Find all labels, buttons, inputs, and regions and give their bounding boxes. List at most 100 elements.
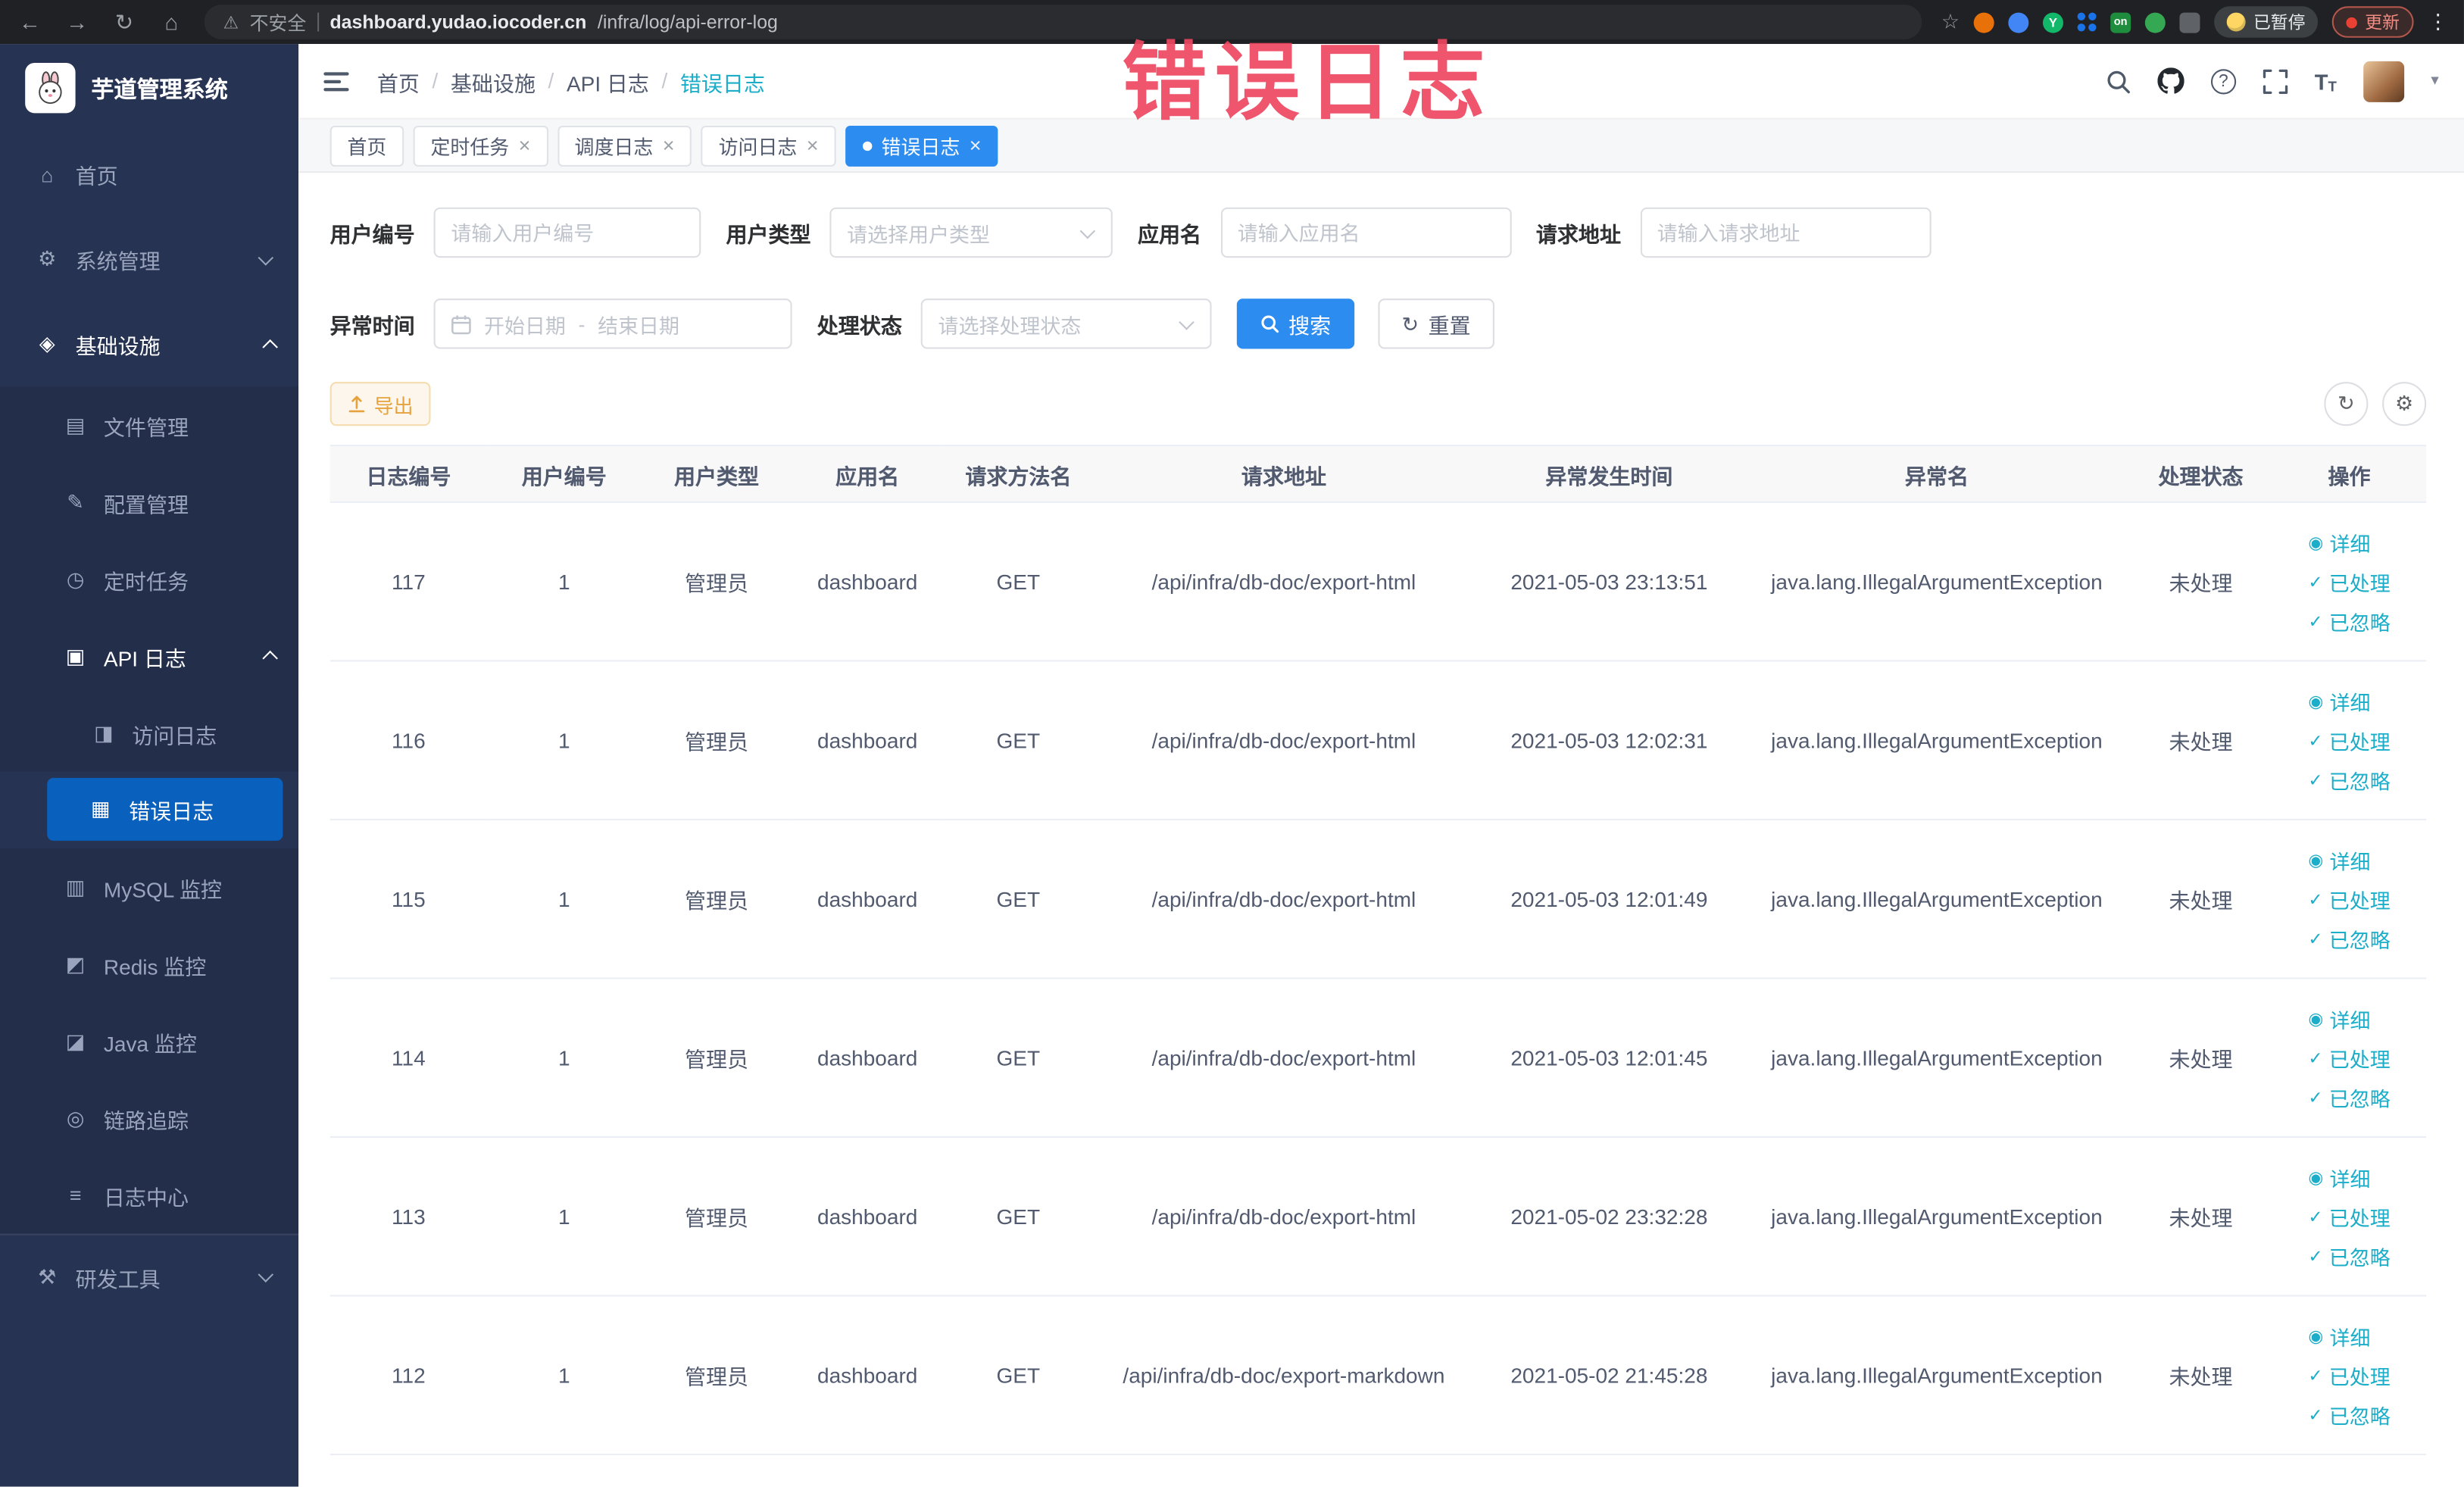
user-avatar[interactable]: [2363, 60, 2405, 102]
address-bar[interactable]: ⚠ 不安全 dashboard.yudao.iocoder.cn /infra/…: [204, 5, 1922, 39]
cell-log_id: 114: [329, 978, 488, 1139]
sidebar-item-MySQL 监控[interactable]: ▥ MySQL 监控: [0, 848, 299, 926]
sidebar-item-文件管理[interactable]: ▤ 文件管理: [0, 386, 299, 464]
sidebar-item-链路追踪[interactable]: ◎ 链路追踪: [0, 1079, 299, 1157]
cell-url: /api/infra/db-doc/export-html: [1093, 1136, 1474, 1297]
fullscreen-icon[interactable]: [2263, 68, 2288, 94]
breadcrumb-item[interactable]: API 日志: [567, 65, 649, 96]
chevron-down-icon: [258, 1267, 274, 1282]
processed-link[interactable]: ✓ 已处理: [2308, 720, 2390, 760]
breadcrumb-item[interactable]: 基础设施: [451, 65, 536, 96]
extensions-puzzle-icon[interactable]: [2179, 11, 2200, 33]
processed-link[interactable]: ✓ 已处理: [2308, 562, 2390, 601]
cell-exception: java.lang.IllegalArgumentException: [1744, 1295, 2130, 1456]
browser-home-icon[interactable]: ⌂: [157, 9, 185, 34]
sidebar-item-Redis 监控[interactable]: ◩ Redis 监控: [0, 925, 299, 1003]
processed-link[interactable]: ✓ 已处理: [2308, 1355, 2390, 1395]
detail-link[interactable]: ◉ 详细: [2308, 681, 2390, 720]
detail-link[interactable]: ◉ 详细: [2308, 523, 2390, 562]
sidebar-item-首页[interactable]: ⌂ 首页: [0, 132, 298, 217]
sidebar-item-基础设施[interactable]: ◈ 基础设施: [0, 301, 298, 386]
browser-reload-icon[interactable]: ↻: [110, 8, 138, 35]
processed-link[interactable]: ✓ 已处理: [2308, 879, 2390, 919]
ignored-link[interactable]: ✓ 已忽略: [2308, 760, 2390, 799]
error-log-icon: ▦: [91, 796, 111, 820]
breadcrumb-item[interactable]: 首页: [377, 65, 420, 96]
eye-icon: ◉: [2308, 1326, 2324, 1346]
ignored-link[interactable]: ✓ 已忽略: [2308, 919, 2390, 958]
java-icon: ◪: [65, 1028, 86, 1052]
tab-访问日志[interactable]: 访问日志 ×: [701, 124, 836, 166]
search-button[interactable]: 搜索: [1236, 298, 1355, 349]
extension-icon-2[interactable]: [2008, 11, 2029, 33]
tab-错误日志[interactable]: 错误日志 ×: [845, 124, 999, 166]
sidebar-item-配置管理[interactable]: ✎ 配置管理: [0, 464, 299, 541]
tab-首页[interactable]: 首页: [329, 124, 404, 166]
eye-icon: ◉: [2308, 692, 2324, 711]
sidebar-item-错误日志[interactable]: ▦ 错误日志: [47, 777, 283, 841]
sidebar-item-访问日志[interactable]: ◨ 访问日志: [0, 694, 299, 772]
update-button[interactable]: 更新: [2331, 6, 2414, 38]
tab-调度日志[interactable]: 调度日志 ×: [557, 124, 692, 166]
ignored-link[interactable]: ✓ 已忽略: [2308, 1236, 2390, 1276]
browser-forward-icon[interactable]: →: [63, 9, 91, 34]
column-settings-button[interactable]: ⚙: [2382, 382, 2427, 426]
sidebar-item-Java 监控[interactable]: ◪ Java 监控: [0, 1002, 299, 1080]
extension-icon-3[interactable]: Y: [2042, 11, 2063, 33]
sidebar-item-研发工具[interactable]: ⚒ 研发工具: [0, 1233, 299, 1319]
sidebar-item-系统管理[interactable]: ⚙ 系统管理: [0, 217, 298, 301]
extension-grid-icon[interactable]: [2077, 12, 2097, 32]
avatar-caret-icon[interactable]: ▾: [2431, 72, 2438, 89]
user-id-input[interactable]: [433, 207, 701, 258]
cell-log_id: 116: [329, 661, 488, 820]
app-logo[interactable]: 芋道管理系统: [0, 44, 298, 132]
tab-label: 定时任务: [430, 136, 510, 159]
help-icon[interactable]: ?: [2210, 68, 2236, 94]
sidebar-item-定时任务[interactable]: ◷ 定时任务: [0, 540, 299, 618]
bookmark-star-icon[interactable]: ☆: [1941, 9, 1960, 34]
chevron-down-icon: [1179, 314, 1195, 330]
font-size-icon[interactable]: TT: [2315, 68, 2337, 93]
browser-menu-icon[interactable]: ⋮: [2428, 9, 2448, 34]
tab-close-icon[interactable]: ×: [970, 135, 982, 155]
detail-link[interactable]: ◉ 详细: [2308, 1316, 2390, 1355]
cell-user_type: 管理员: [641, 661, 792, 820]
user-type-select[interactable]: 请选择用户类型: [829, 207, 1113, 258]
breadcrumb-item[interactable]: 错误日志: [680, 65, 765, 96]
reset-button[interactable]: ↻ 重置: [1378, 298, 1494, 349]
sidebar-item-日志中心[interactable]: ≡ 日志中心: [0, 1156, 299, 1234]
request-url-input[interactable]: [1639, 207, 1931, 258]
extension-icon-1[interactable]: [1973, 11, 1994, 33]
tab-label: 首页: [347, 136, 387, 159]
process-status-select[interactable]: 请选择处理状态: [920, 298, 1212, 349]
ignored-link[interactable]: ✓ 已忽略: [2308, 1395, 2390, 1434]
extension-on-badge[interactable]: on: [2110, 11, 2131, 33]
github-icon[interactable]: [2157, 67, 2184, 94]
tab-close-icon[interactable]: ×: [807, 135, 819, 155]
sidebar-collapse-icon[interactable]: [323, 71, 349, 91]
processed-link[interactable]: ✓ 已处理: [2308, 1038, 2390, 1077]
search-icon[interactable]: [2106, 68, 2131, 93]
ignored-link[interactable]: ✓ 已忽略: [2308, 601, 2390, 641]
cell-user_type: 管理员: [641, 819, 792, 979]
ignored-link[interactable]: ✓ 已忽略: [2308, 1077, 2390, 1117]
extension-icon-4[interactable]: [2144, 11, 2166, 33]
export-button[interactable]: 导出: [329, 382, 431, 426]
tab-close-icon[interactable]: ×: [519, 135, 531, 155]
table-header-row: 日志编号 用户编号 用户类型 应用名 请求方法名 请求地址 异常发生时间 异常名 处理状态 操作: [329, 445, 2427, 503]
detail-link[interactable]: ◉ 详细: [2308, 998, 2390, 1038]
exception-time-range-picker[interactable]: 开始日期 - 结束日期: [433, 298, 792, 349]
processed-link[interactable]: ✓ 已处理: [2308, 1197, 2390, 1236]
browser-back-icon[interactable]: ←: [16, 9, 44, 34]
app-name-input[interactable]: [1220, 207, 1511, 258]
detail-link[interactable]: ◉ 详细: [2308, 840, 2390, 879]
paused-badge[interactable]: 已暂停: [2214, 6, 2319, 38]
check-icon: ✓: [2308, 1207, 2323, 1227]
cell-exception: java.lang.IllegalArgumentException: [1744, 819, 2130, 979]
tab-定时任务[interactable]: 定时任务 ×: [413, 124, 548, 166]
tab-close-icon[interactable]: ×: [663, 135, 675, 155]
check-icon: ✓: [2308, 612, 2323, 631]
sidebar-item-API 日志[interactable]: ▣ API 日志: [0, 617, 299, 695]
refresh-button[interactable]: ↻: [2324, 382, 2369, 426]
detail-link[interactable]: ◉ 详细: [2308, 1157, 2390, 1197]
